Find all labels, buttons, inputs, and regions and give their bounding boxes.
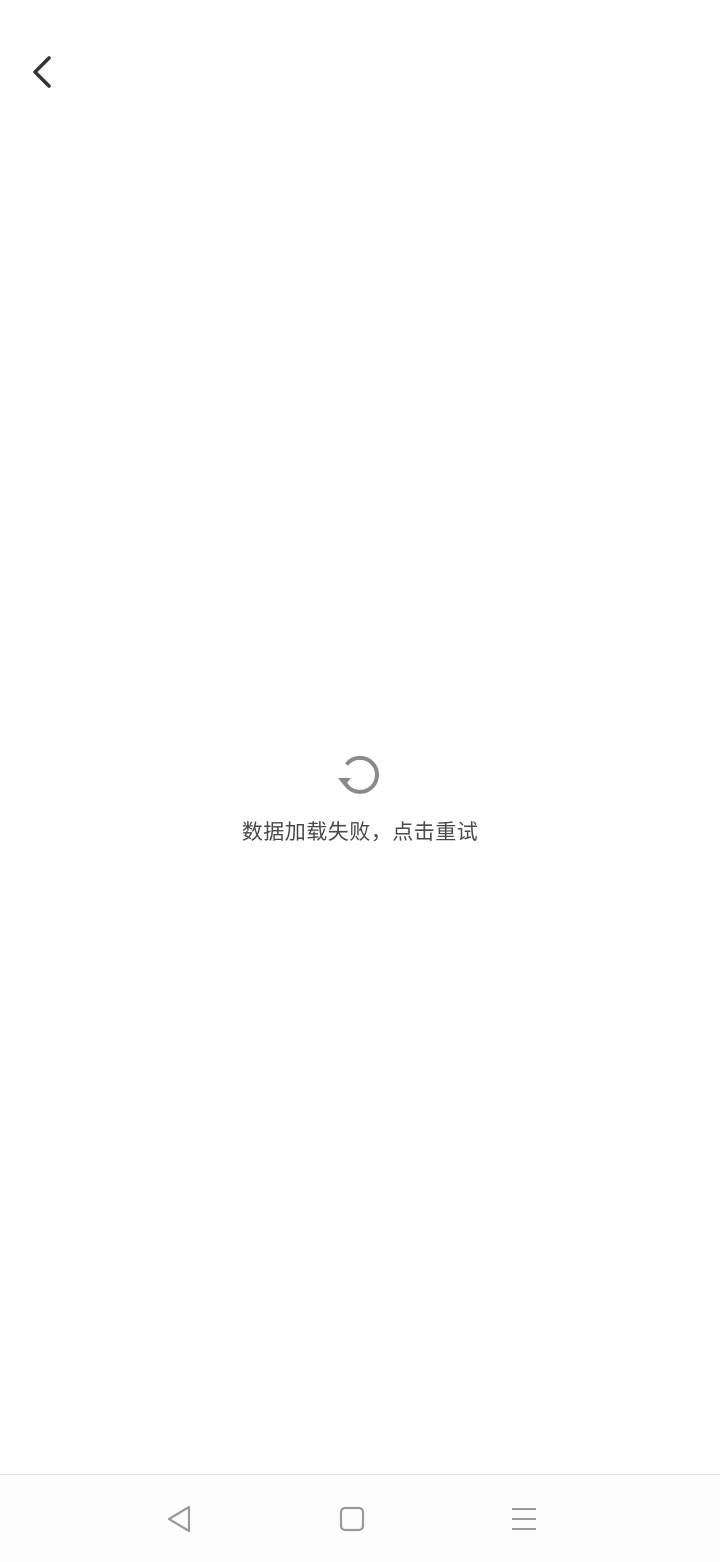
retry-message[interactable]: 数据加载失败，点击重试: [242, 816, 479, 846]
nav-home-button[interactable]: [326, 1495, 378, 1543]
screen: 数据加载失败，点击重试: [0, 0, 720, 1562]
square-home-icon: [339, 1506, 365, 1532]
retry-area[interactable]: 数据加载失败，点击重试: [0, 752, 720, 862]
refresh-icon: [337, 752, 383, 798]
system-navigation-bar: [0, 1474, 720, 1562]
chevron-left-icon: [33, 56, 51, 88]
back-button[interactable]: [16, 44, 72, 100]
triangle-back-icon: [167, 1505, 191, 1533]
nav-menu-button[interactable]: [498, 1495, 550, 1543]
nav-back-button[interactable]: [154, 1495, 206, 1543]
menu-lines-icon: [512, 1508, 536, 1530]
